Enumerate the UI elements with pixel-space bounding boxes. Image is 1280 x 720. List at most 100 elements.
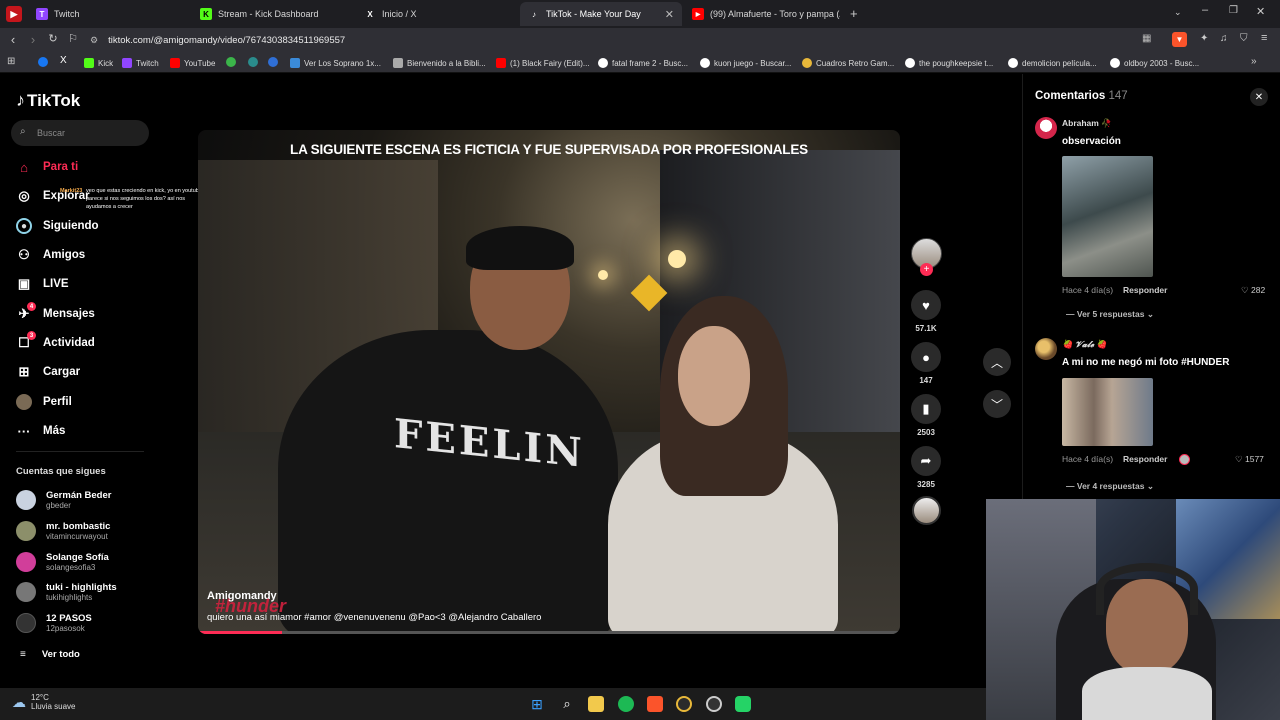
new-tab-button[interactable]: + [850, 6, 858, 21]
bookmark-poughkeepsie[interactable]: the poughkeepsie t... [905, 56, 993, 70]
nav-siguiendo[interactable]: ● Siguiendo [16, 216, 99, 236]
menu-icon[interactable]: ≡ [1261, 32, 1267, 44]
tab-list-icon[interactable]: ⌄ [1174, 7, 1182, 18]
account-solange-sofia[interactable]: Solange Sofía solangesofia3 [16, 549, 109, 575]
view-replies-button[interactable]: — Ver 5 respuestas ⌄ [1066, 309, 1154, 320]
comment-button[interactable]: ● [911, 342, 941, 372]
weather-widget[interactable]: ☁ 12°C Lluvia suave [12, 693, 75, 711]
bookmark-youtube[interactable]: YouTube [170, 56, 215, 70]
nav-live[interactable]: ▣ LIVE [16, 274, 69, 294]
tab-tiktok[interactable]: ♪ TikTok - Make Your Day ✕ [520, 2, 682, 26]
nav-mas[interactable]: ··· Más [16, 421, 66, 441]
account-tuki-highlights[interactable]: tuki - highlights tukihighlights [16, 579, 117, 605]
more-bookmarks-icon[interactable]: » [1251, 56, 1257, 67]
see-all-link[interactable]: ≡ Ver todo [16, 641, 80, 667]
nav-mensajes[interactable]: ✈ 4 Mensajes [16, 302, 95, 324]
url-field[interactable]: ⚙ tiktok.com/@amigomandy/video/767430383… [90, 31, 1160, 50]
account-german-beder[interactable]: Germán Beder gbeder [16, 487, 111, 513]
bookmarks-bar: ⊞ X Kick Twitch YouTube Ver Los Soprano … [0, 53, 1280, 73]
bookmark-demolicion[interactable]: demolicion película... [1008, 56, 1097, 70]
video-progress-bar[interactable] [198, 631, 900, 634]
bookmark-oldboy[interactable]: oldboy 2003 - Busc... [1110, 56, 1199, 70]
bookmark-icon[interactable]: ⚐ [64, 32, 82, 45]
nav-para-ti[interactable]: ⌂ Para ti [16, 157, 78, 177]
file-explorer-icon[interactable] [588, 696, 604, 712]
account-mr-bombastic[interactable]: mr. bombastic vitamincurwayout [16, 518, 110, 544]
list-icon: ≡ [20, 648, 26, 660]
comment-like[interactable]: ♡ 282 [1241, 285, 1265, 296]
nav-actividad[interactable]: ☐ 3 Actividad [16, 331, 95, 353]
bookmark-icon-blue[interactable] [268, 57, 278, 67]
like-button[interactable]: ♥ [911, 290, 941, 320]
bookmark-icon-green[interactable] [226, 57, 236, 67]
video-description: quiero una así miamor #amor @venenuvenen… [207, 612, 542, 623]
tab-youtube[interactable]: ▶ (99) Almafuerte - Toro y pampa (AUD [684, 2, 840, 26]
reply-button[interactable]: Responder [1123, 454, 1167, 464]
youtube-icon: ▶ [692, 8, 704, 20]
tab-kick-dashboard[interactable]: K Stream - Kick Dashboard [192, 2, 354, 26]
bookmark-icon-teal[interactable] [248, 57, 258, 67]
bookmark-soprano[interactable]: Ver Los Soprano 1x... [290, 56, 381, 70]
windows-start-icon[interactable]: ⊞ [529, 696, 545, 712]
bookmark-kick[interactable]: Kick [84, 56, 113, 70]
search-input[interactable]: ⌕ Buscar [11, 120, 149, 146]
comment-image[interactable] [1062, 156, 1153, 277]
view-replies-button[interactable]: — Ver 4 respuestas ⌄ [1066, 481, 1154, 492]
video-player[interactable]: FEELIN LA SIGUIENTE ESCENA ES FICTICIA Y… [198, 130, 900, 634]
maximize-button[interactable]: ❐ [1229, 5, 1238, 16]
comment-image[interactable] [1062, 378, 1153, 446]
extensions-icon[interactable]: ✦ [1200, 33, 1208, 44]
nav-perfil[interactable]: ● Perfil [16, 392, 72, 412]
close-tab-icon[interactable]: ✕ [665, 8, 674, 21]
translate-icon[interactable]: ▦ [1142, 33, 1151, 44]
bookmark-twitch[interactable]: Twitch [122, 56, 159, 70]
close-comments-button[interactable]: ✕ [1250, 88, 1268, 106]
site-settings-icon[interactable]: ⚙ [90, 35, 98, 46]
obs-icon[interactable] [706, 696, 722, 712]
brave-shields-icon[interactable]: ▼ [1172, 32, 1187, 47]
next-video-button[interactable]: ﹀ [983, 390, 1011, 418]
account-12-pasos[interactable]: 12 PASOS 12pasosok [16, 610, 92, 636]
nav-cargar[interactable]: ⊞ Cargar [16, 362, 81, 382]
sound-avatar[interactable] [912, 496, 941, 525]
previous-video-button[interactable]: ︿ [983, 348, 1011, 376]
minimize-button[interactable]: – [1202, 4, 1208, 16]
apps-icon[interactable]: ⊞ [7, 56, 15, 67]
video-scene-light [598, 270, 608, 280]
browser-logo-icon[interactable]: ▶ [6, 6, 22, 22]
facebook-icon[interactable] [38, 57, 48, 67]
nav-amigos[interactable]: ⚇ Amigos [16, 245, 85, 265]
search-taskbar-icon[interactable]: ⌕ [559, 696, 575, 712]
video-author[interactable]: Amigomandy [207, 590, 277, 602]
back-icon[interactable]: ‹ [4, 32, 22, 47]
twitch-icon: T [36, 8, 48, 20]
brave-browser-icon[interactable] [647, 696, 663, 712]
spotify-icon[interactable] [618, 696, 634, 712]
comment-username[interactable]: Abraham 🥀 [1062, 118, 1112, 129]
bookmark-cuadros[interactable]: Cuadros Retro Gam... [802, 56, 894, 70]
bookmark-biblioteca[interactable]: Bienvenido a la Bibli... [393, 56, 486, 70]
comment-avatar[interactable] [1035, 117, 1057, 139]
x-bookmark-icon[interactable]: X [60, 55, 67, 66]
tiktok-logo[interactable]: ♪ TikTok [16, 90, 80, 111]
bookmark-black-fairy[interactable]: (1) Black Fairy (Edit)... [496, 56, 590, 70]
comment-like[interactable]: ♡ 1577 [1235, 454, 1264, 465]
comment-username[interactable]: 🍓 𝓥𝓪𝓵𝓮 🍓 [1062, 339, 1107, 350]
forward-icon[interactable]: › [24, 32, 42, 47]
comment-avatar[interactable] [1035, 338, 1057, 360]
bookmark-fatal-frame[interactable]: fatal frame 2 - Busc... [598, 56, 688, 70]
bookmark-kuon[interactable]: kuon juego - Buscar... [700, 56, 791, 70]
close-window-button[interactable]: ✕ [1256, 5, 1265, 18]
tab-x-home[interactable]: X Inicio / X [356, 2, 518, 26]
whatsapp-icon[interactable] [735, 696, 751, 712]
reply-button[interactable]: Responder [1123, 285, 1167, 295]
tab-label: TikTok - Make Your Day [546, 9, 641, 19]
reload-icon[interactable]: ↻ [44, 32, 62, 45]
share-button[interactable]: ➦ [911, 446, 941, 476]
vpn-icon[interactable]: ⛉ [1240, 33, 1248, 44]
media-icon[interactable]: ♫ [1220, 33, 1228, 44]
app-icon-yellow[interactable] [676, 696, 692, 712]
save-button[interactable]: ▮ [911, 394, 941, 424]
tab-twitch[interactable]: T Twitch [28, 2, 194, 26]
follow-plus-icon[interactable]: + [920, 263, 933, 276]
